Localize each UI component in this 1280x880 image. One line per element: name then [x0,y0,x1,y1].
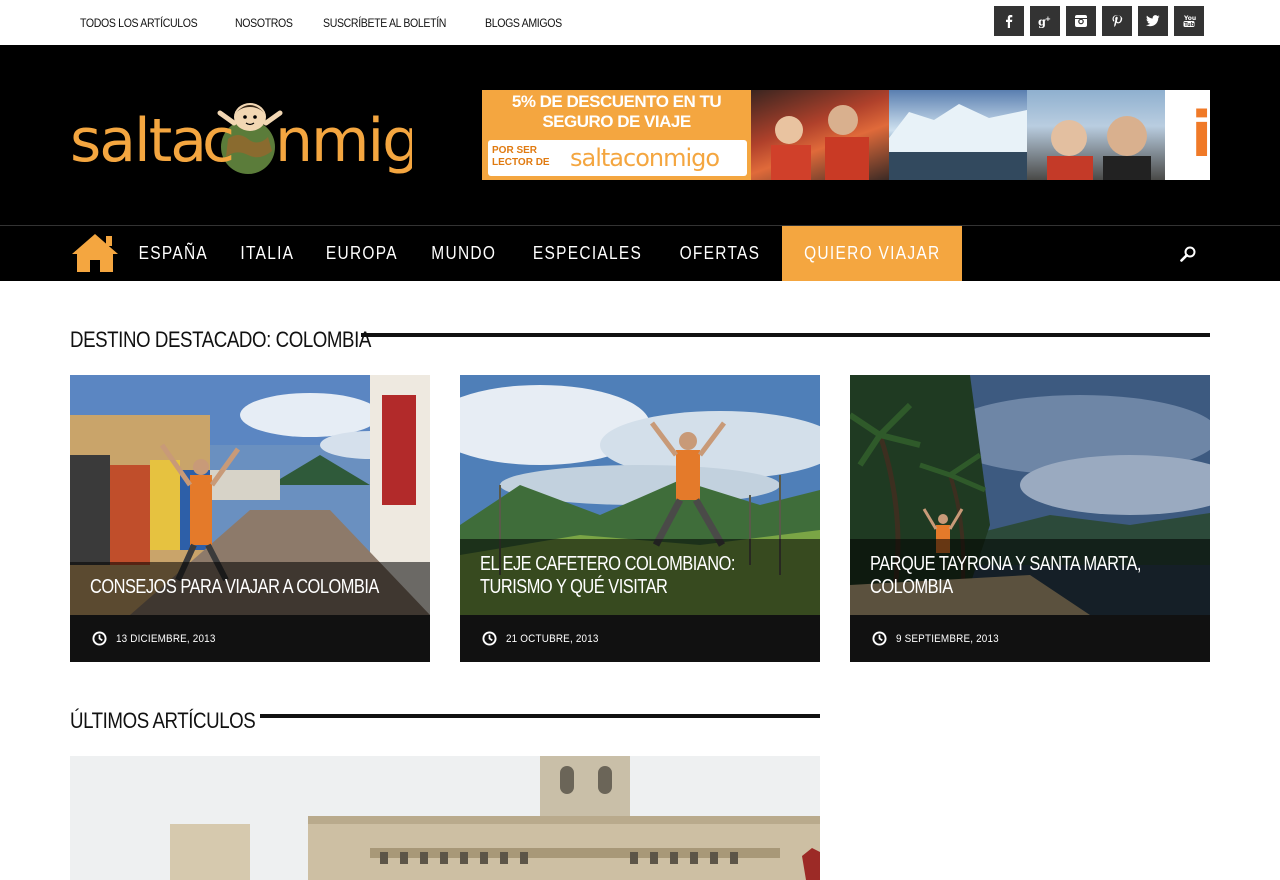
nav-item-espana[interactable]: ESPAÑA [129,226,217,281]
nav-item-ofertas[interactable]: OFERTAS [670,226,770,281]
svg-text:c: c [202,106,233,176]
nav-item-mundo[interactable]: MUNDO [422,226,506,281]
svg-text:nmigo: nmigo [275,106,412,176]
banner-line2: SEGURO DE VIAJE [542,112,691,131]
card-title-overlay: CONSEJOS PARA VIAJAR A COLOMBIA [70,562,430,615]
instagram-icon[interactable] [1066,6,1096,36]
main-nav: ESPAÑA ITALIA EUROPA MUNDO ESPECIALES OF… [0,225,1280,281]
top-bar: TODOS LOS ARTÍCULOS NOSOTROS SUSCRÍBETE … [0,0,1280,45]
card-title-overlay: EL EJE CAFETERO COLOMBIANO: TURISMO Y QU… [460,539,820,615]
banner-photo-rafting [751,90,889,180]
clock-icon [872,631,887,646]
latest-article-image[interactable] [70,756,820,880]
nav-item-italia[interactable]: ITALIA [231,226,304,281]
card-title-overlay: PARQUE TAYRONA Y SANTA MARTA, COLOMBIA [850,539,1210,615]
featured-section-header: DESTINO DESTACADO: COLOMBIA [70,325,1210,355]
search-icon[interactable] [1180,246,1196,262]
card-date: 21 OCTUBRE, 2013 [506,632,599,645]
youtube-icon[interactable]: YouTube [1174,6,1204,36]
card-title: EL EJE CAFETERO COLOMBIANO: TURISMO Y QU… [480,553,735,598]
clock-icon [92,631,107,646]
card-title: CONSEJOS PARA VIAJAR A COLOMBIA [90,576,379,598]
banner-brand: saltaconmigo [570,144,720,172]
nav-item-quiero-viajar[interactable]: QUIERO VIAJAR [794,226,949,281]
banner-photo-glacier [889,90,1027,180]
featured-card-tayrona[interactable]: PARQUE TAYRONA Y SANTA MARTA, COLOMBIA 9… [850,375,1210,662]
svg-text:You: You [1183,15,1196,22]
social-links: g+ YouTube [994,6,1204,36]
banner-line3: POR SER LECTOR DE [492,145,550,168]
latest-section-header: ÚLTIMOS ARTÍCULOS [70,706,820,736]
svg-text:+: + [1045,15,1051,23]
facebook-icon[interactable] [994,6,1024,36]
banner-photo-selfie [1027,90,1165,180]
top-nav-all-articles[interactable]: TODOS LOS ARTÍCULOS [80,16,198,30]
home-icon[interactable] [70,232,120,274]
twitter-icon[interactable] [1138,6,1168,36]
google-plus-icon[interactable]: g + [1030,6,1060,36]
banner-brand-box: POR SER LECTOR DE saltaconmigo [488,140,747,176]
nav-item-especiales[interactable]: ESPECIALES [523,226,651,281]
card-date: 9 SEPTIEMBRE, 2013 [896,632,999,645]
site-logo[interactable]: salta c nmigo [70,95,455,177]
site-header: salta c nmigo 5% DE DESCUENTO EN TU SEGU… [0,45,1280,225]
top-nav-about[interactable]: NOSOTROS [235,16,293,30]
nav-item-europa[interactable]: EUROPA [317,226,408,281]
banner-line1: 5% DE DESCUENTO EN TU [511,92,722,111]
card-meta: 13 DICIEMBRE, 2013 [70,615,430,662]
banner-partner-panel: iati [1165,90,1210,180]
featured-card-eje-cafetero[interactable]: EL EJE CAFETERO COLOMBIANO: TURISMO Y QU… [460,375,820,662]
top-nav-newsletter[interactable]: SUSCRÍBETE AL BOLETÍN [323,16,446,30]
featured-section-title: DESTINO DESTACADO: COLOMBIA [70,327,371,352]
card-date: 13 DICIEMBRE, 2013 [116,632,216,645]
pinterest-icon[interactable] [1102,6,1132,36]
banner-partner-logo: iati [1191,98,1210,171]
card-title: PARQUE TAYRONA Y SANTA MARTA, COLOMBIA [870,553,1141,598]
top-nav-friend-blogs[interactable]: BLOGS AMIGOS [485,16,562,30]
card-meta: 9 SEPTIEMBRE, 2013 [850,615,1210,662]
svg-text:salta: salta [70,106,205,176]
card-meta: 21 OCTUBRE, 2013 [460,615,820,662]
featured-card-consejos[interactable]: CONSEJOS PARA VIAJAR A COLOMBIA 13 DICIE… [70,375,430,662]
section-divider [361,333,1210,337]
section-divider [260,714,820,718]
main-nav-items: ESPAÑA ITALIA EUROPA MUNDO ESPECIALES OF… [122,226,963,282]
banner-text-panel: 5% DE DESCUENTO EN TU SEGURO DE VIAJE PO… [482,90,751,180]
top-nav: TODOS LOS ARTÍCULOS NOSOTROS SUSCRÍBETE … [80,0,572,45]
clock-icon [482,631,497,646]
svg-text:Tube: Tube [1184,22,1196,28]
latest-section-title: ÚLTIMOS ARTÍCULOS [70,708,256,733]
insurance-ad-banner[interactable]: 5% DE DESCUENTO EN TU SEGURO DE VIAJE PO… [482,90,1210,180]
